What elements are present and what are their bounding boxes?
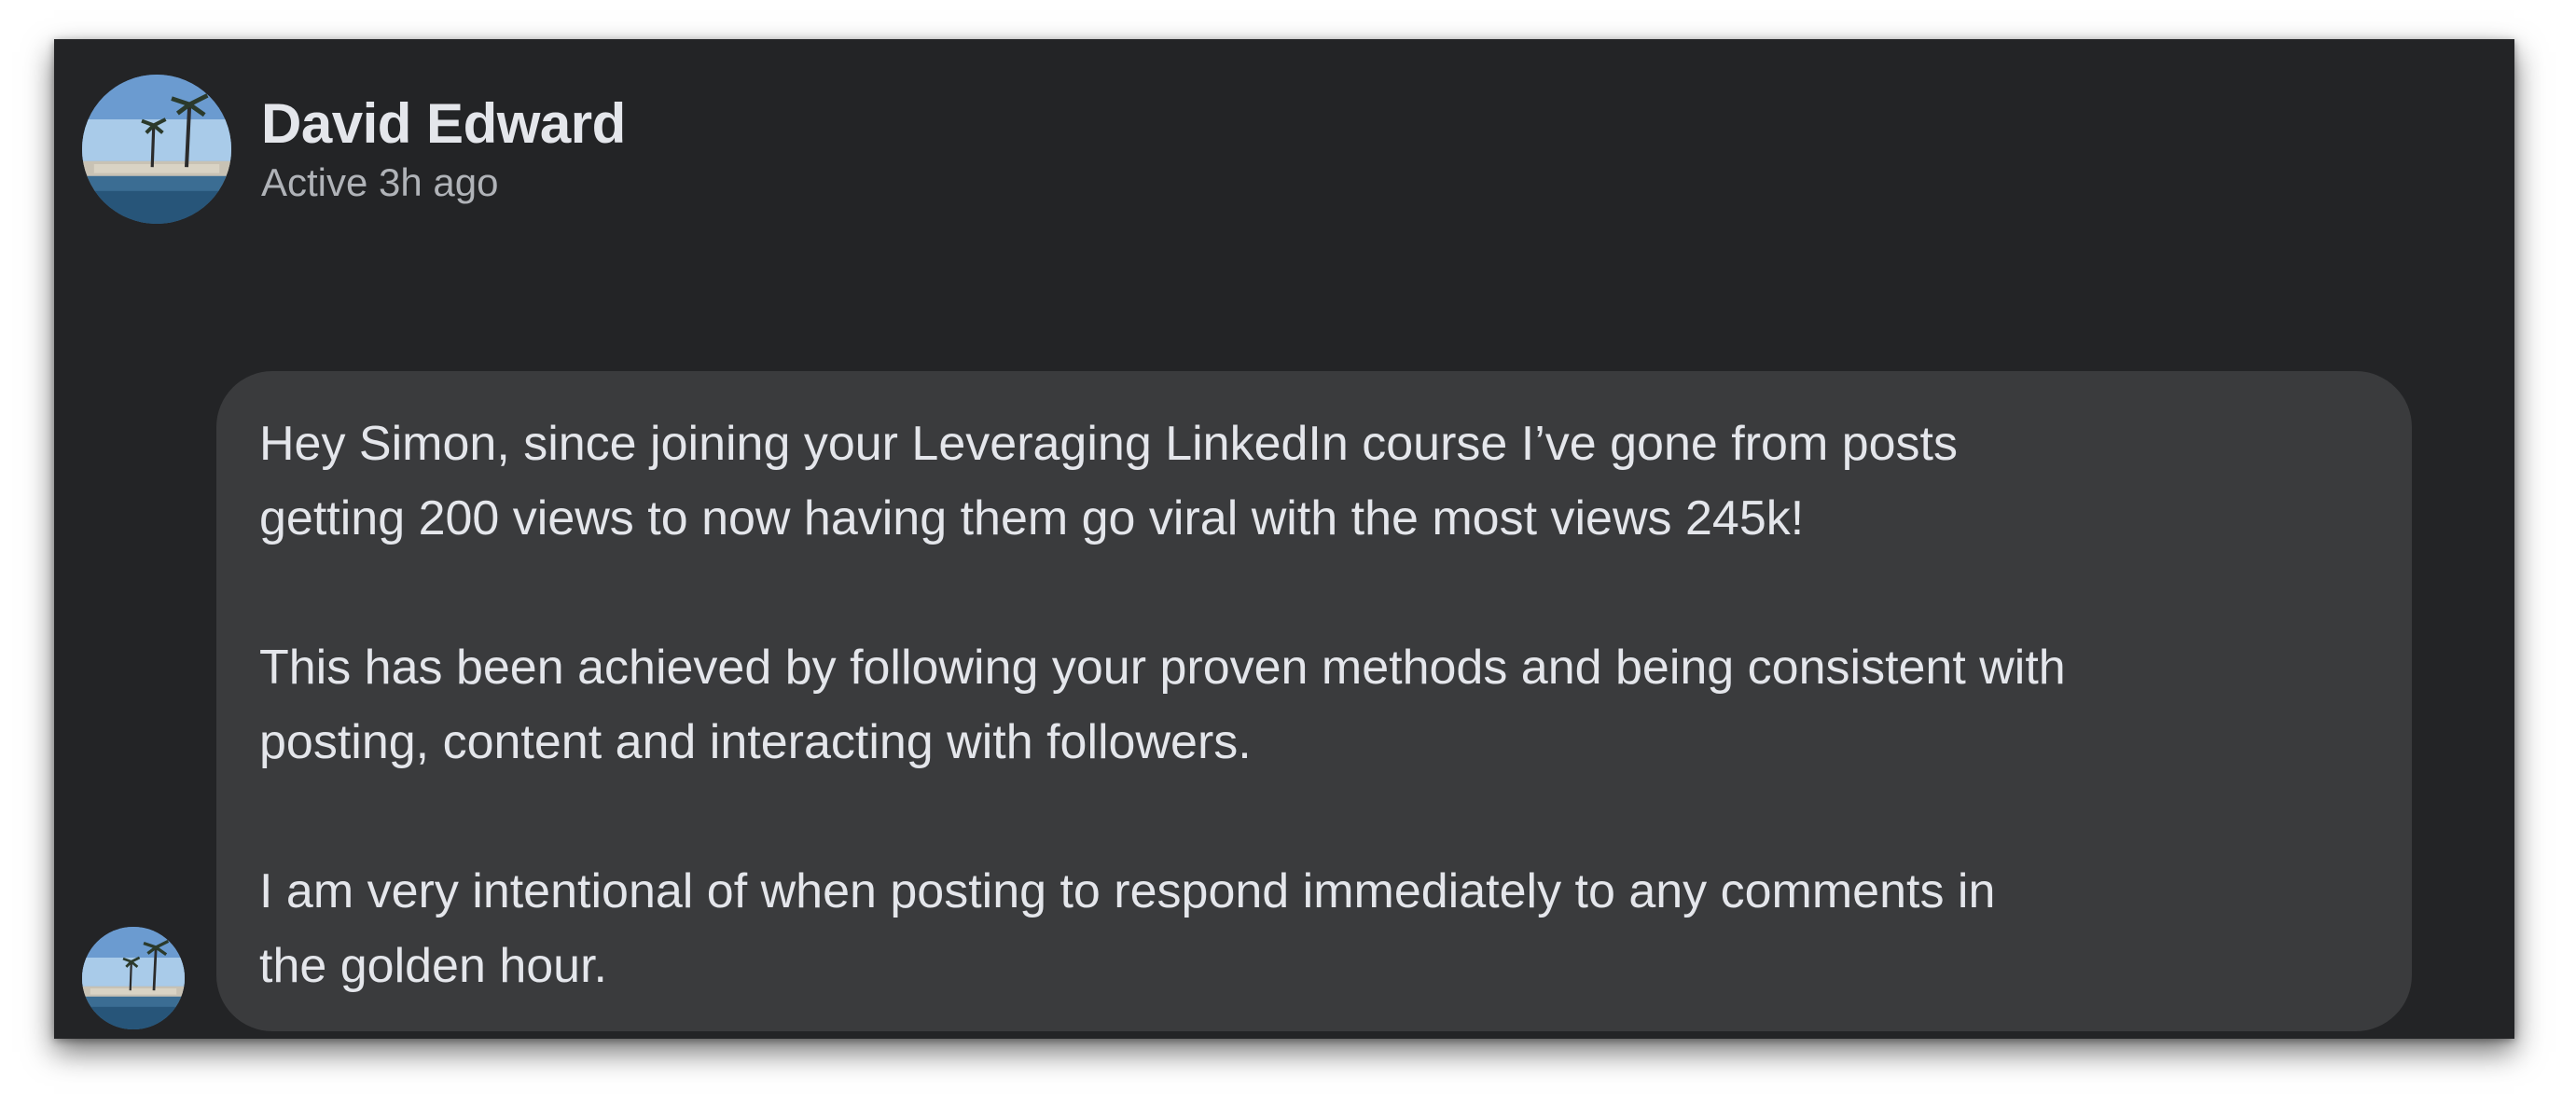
contact-avatar[interactable] <box>82 75 231 224</box>
message-paragraph: Hey Simon, since joining your Leveraging… <box>259 417 1958 545</box>
chat-header: David Edward Active 3h ago <box>54 39 2514 235</box>
avatar-photo <box>82 927 185 1029</box>
message-paragraph: I am very intentional of when posting to… <box>259 864 1996 993</box>
contact-status: Active 3h ago <box>261 160 499 204</box>
chat-window: David Edward Active 3h ago Hey Simon, si… <box>54 39 2514 1039</box>
message-bubble[interactable]: Hey Simon, since joining your Leveraging… <box>216 371 2412 1031</box>
message-sender-avatar[interactable] <box>82 927 185 1029</box>
avatar-photo <box>82 75 231 224</box>
message-paragraph: This has been achieved by following your… <box>259 641 2066 769</box>
contact-name[interactable]: David Edward <box>261 91 626 156</box>
